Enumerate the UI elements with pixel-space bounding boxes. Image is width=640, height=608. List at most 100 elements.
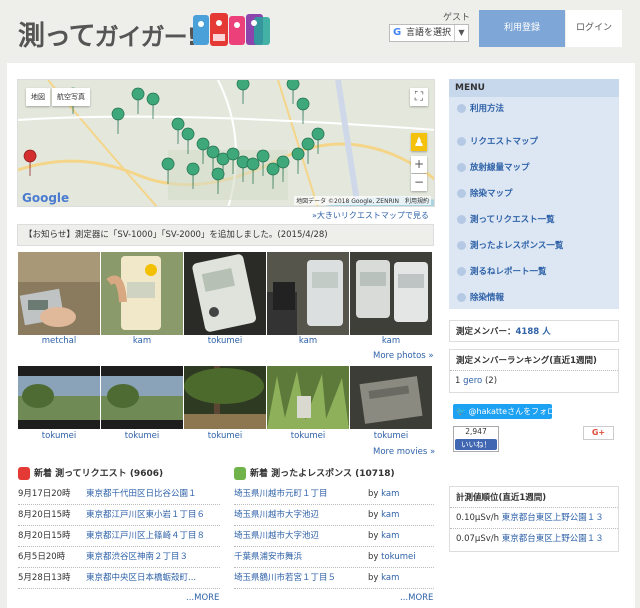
twitter-follow-button[interactable]: 🐦 @hakatteさんをフォロー <box>453 404 563 419</box>
chevron-right-icon <box>457 267 466 276</box>
request-place-link[interactable]: 東京都千代田区日比谷公園１ <box>86 489 197 499</box>
response-mascot-icon <box>234 467 246 480</box>
photo-user-link[interactable]: kam <box>101 336 183 346</box>
movie-thumb[interactable] <box>101 366 183 429</box>
chevron-right-icon <box>457 137 466 146</box>
photo-user-link[interactable]: metchal <box>18 336 100 346</box>
menu-item-request-list[interactable]: 測ってリクエスト一覧 <box>449 210 619 230</box>
measurement-place-link[interactable]: 東京都台東区上野公園１３ <box>502 513 604 523</box>
photo-thumb[interactable] <box>101 252 183 335</box>
facebook-like-count: 2,947 <box>465 427 487 436</box>
response-user-link[interactable]: kam <box>381 573 399 583</box>
map-type-map[interactable]: 地図 <box>26 88 50 106</box>
google-g-icon: G <box>393 27 402 38</box>
menu-item-label: 放射線量マップ <box>470 163 530 173</box>
more-photos-link[interactable]: More photos » <box>373 351 434 361</box>
list-item: 6月5日20時 東京都渋谷区神南２丁目３ <box>18 547 220 568</box>
movie-thumb[interactable] <box>184 366 266 429</box>
google-logo: Google <box>22 191 70 205</box>
by-label: by <box>368 489 379 499</box>
menu-item-usage[interactable]: 利用方法 <box>449 99 619 119</box>
request-place-link[interactable]: 東京都江戸川区東小岩１丁目６ <box>86 510 205 520</box>
movie-user-link[interactable]: tokumei <box>18 431 100 441</box>
photo-user-link[interactable]: tokumei <box>184 336 266 346</box>
menu-item-radiation-map[interactable]: 放射線量マップ <box>449 158 619 178</box>
menu-item-label: 測ってリクエスト一覧 <box>470 215 555 225</box>
response-place-link[interactable]: 埼玉県川越市大字池辺 <box>234 505 368 525</box>
requests-more-link[interactable]: ...MORE <box>186 593 219 603</box>
response-place-link[interactable]: 埼玉県川越市元町１丁目 <box>234 484 368 504</box>
map-credit[interactable]: 地図データ ©2018 Google, ZENRIN 利用規約 <box>294 196 431 205</box>
by-label: by <box>368 510 379 520</box>
request-map[interactable]: 地図 航空写真 ⛶ ♟ + − Google 地図データ ©2018 Googl… <box>17 79 435 207</box>
list-item: 埼玉県川越市大字池辺 by kam <box>234 526 434 547</box>
response-place-link[interactable]: 埼玉県川越市大字池辺 <box>234 526 368 546</box>
menu-item-decontam-map[interactable]: 除染マップ <box>449 184 619 204</box>
movie-thumb[interactable] <box>350 366 432 429</box>
ranking-row: 1 gero (2) <box>455 371 497 391</box>
movie-thumb[interactable] <box>18 366 100 429</box>
list-item: 埼玉県川越市大字池辺 by kam <box>234 505 434 526</box>
member-ranking-title: 測定メンバーランキング(直近1週間) <box>450 350 618 371</box>
photo-thumb[interactable] <box>184 252 266 335</box>
responses-title: 新着 測ったよレスポンス (10718) <box>250 469 395 479</box>
photo-thumb[interactable] <box>267 252 349 335</box>
photo-user-link[interactable]: kam <box>267 336 349 346</box>
photo-thumb[interactable] <box>350 252 432 335</box>
side-menu: MENU 利用方法 リクエストマップ 放射線量マップ 除染マップ 測ってリクエス… <box>449 79 619 309</box>
list-item: 埼玉県川越市元町１丁目 by kam <box>234 484 434 505</box>
menu-item-report-list[interactable]: 測るねレポート一覧 <box>449 262 619 282</box>
movie-user-link[interactable]: tokumei <box>350 431 432 441</box>
ranking-user-link[interactable]: gero <box>463 376 482 386</box>
photo-user-link[interactable]: kam <box>350 336 432 346</box>
map-type-satellite[interactable]: 航空写真 <box>52 88 90 106</box>
twitter-follow-label: @hakatteさんをフォロー <box>468 407 564 416</box>
measurement-place-link[interactable]: 東京都台東区上野公園１３ <box>502 534 604 544</box>
chevron-right-icon <box>457 293 466 302</box>
chevron-right-icon <box>457 189 466 198</box>
menu-item-label: リクエストマップ <box>470 137 539 147</box>
responses-more-link[interactable]: ...MORE <box>400 593 433 603</box>
zoom-in-button[interactable]: + <box>411 156 427 173</box>
response-place-link[interactable]: 埼玉県鶴川市若宮１丁目５ <box>234 568 368 588</box>
request-mascot-icon <box>18 467 30 480</box>
request-place-link[interactable]: 東京都江戸川区上篠崎４丁目８ <box>86 531 205 541</box>
zoom-out-button[interactable]: − <box>411 174 427 191</box>
response-user-link[interactable]: kam <box>381 510 399 520</box>
fullscreen-icon[interactable]: ⛶ <box>410 88 428 106</box>
register-button[interactable]: 利用登録 <box>479 10 565 47</box>
site-logo[interactable]: 測ってガイガー! <box>18 14 198 53</box>
request-place-link[interactable]: 東京都渋谷区神南２丁目３ <box>86 552 188 562</box>
response-place-link[interactable]: 千葉県浦安市舞浜 <box>234 547 368 567</box>
by-label: by <box>368 552 379 562</box>
ranking-count: (2) <box>484 376 498 386</box>
member-count-value[interactable]: 4188 人 <box>516 327 551 337</box>
menu-item-decontam-info[interactable]: 除染情報 <box>449 288 619 308</box>
list-item: 埼玉県鶴川市若宮１丁目５ by kam <box>234 568 434 589</box>
more-movies-link[interactable]: More movies » <box>373 447 435 457</box>
menu-item-response-list[interactable]: 測ったよレスポンス一覧 <box>449 236 619 256</box>
big-map-link[interactable]: »大きいリクエストマップで見る <box>312 210 429 221</box>
guest-label: ゲスト <box>443 13 471 23</box>
measurement-value: 0.07μSv/h <box>456 534 500 544</box>
facebook-like-button[interactable]: いいね！ <box>455 439 497 450</box>
chevron-right-icon <box>457 163 466 172</box>
request-date: 8月20日15時 <box>18 531 71 541</box>
response-user-link[interactable]: tokumei <box>381 552 415 562</box>
menu-item-request-map[interactable]: リクエストマップ <box>449 132 619 152</box>
street-view-pegman-icon[interactable]: ♟ <box>411 133 427 151</box>
movie-user-link[interactable]: tokumei <box>101 431 183 441</box>
response-user-link[interactable]: kam <box>381 531 399 541</box>
login-button[interactable]: ログイン <box>566 10 622 47</box>
mascot-logo-image <box>193 13 270 46</box>
movie-user-link[interactable]: tokumei <box>267 431 349 441</box>
facebook-like-box[interactable]: 2,947 いいね！ <box>453 426 499 452</box>
language-select[interactable]: G 言語を選択 ▼ <box>389 24 469 42</box>
gplus-button[interactable]: G+ <box>583 426 614 440</box>
movie-thumb[interactable] <box>267 366 349 429</box>
photo-thumb[interactable] <box>18 252 100 335</box>
movie-user-link[interactable]: tokumei <box>184 431 266 441</box>
by-label: by <box>368 531 379 541</box>
response-user-link[interactable]: kam <box>381 489 399 499</box>
request-place-link[interactable]: 東京都中央区日本橋蛎殻町... <box>86 573 196 583</box>
